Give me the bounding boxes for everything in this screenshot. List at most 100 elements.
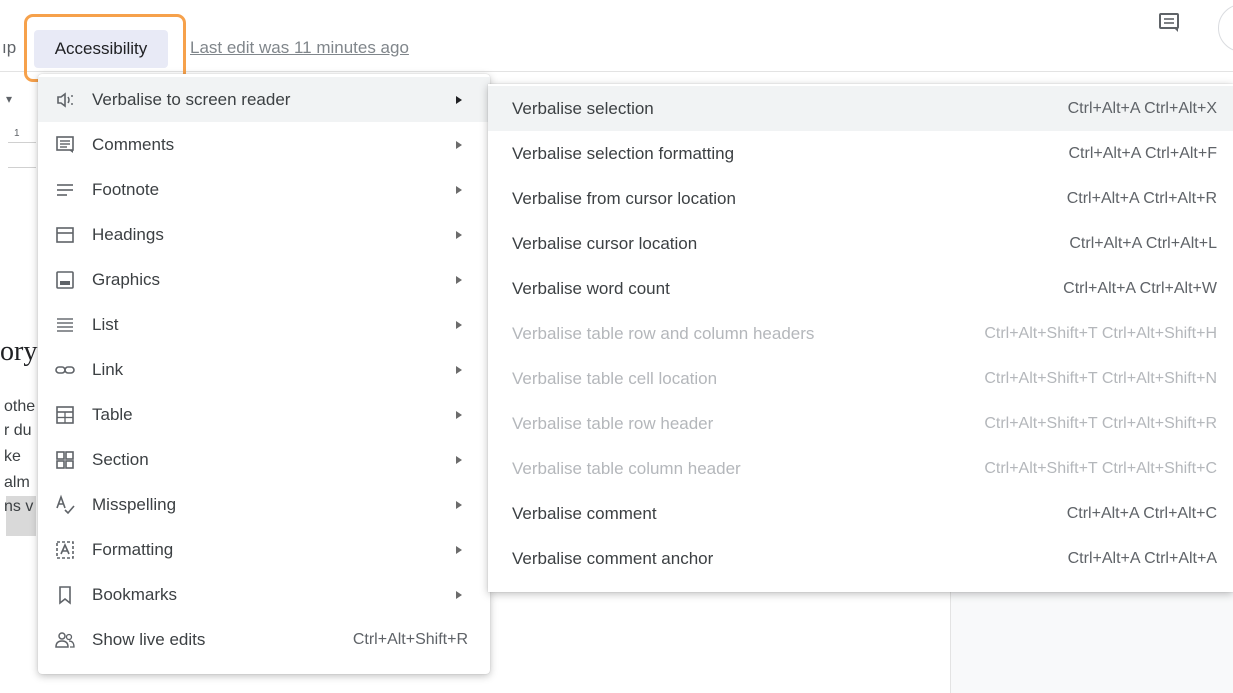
submenu-item-label: Verbalise comment anchor (512, 549, 714, 568)
submenu-item-verbalise-from-cursor[interactable]: Verbalise from cursor location Ctrl+Alt+… (488, 176, 1233, 221)
side-panel (950, 590, 1233, 693)
format-icon (54, 539, 76, 561)
document-text-fragment: r du (4, 422, 32, 439)
accessibility-dropdown: Verbalise to screen reader Comments Foot… (38, 74, 490, 674)
menu-item-label: Verbalise to screen reader (92, 90, 291, 109)
document-text-fragment: ns v (4, 498, 34, 515)
submenu-item-shortcut: Ctrl+Alt+Shift+T Ctrl+Alt+Shift+C (984, 460, 1217, 477)
image-icon (54, 269, 76, 291)
ruler (8, 142, 36, 168)
submenu-arrow-icon (456, 501, 462, 509)
submenu-item-verbalise-cursor-location[interactable]: Verbalise cursor location Ctrl+Alt+A Ctr… (488, 221, 1233, 266)
submenu-arrow-icon (456, 321, 462, 329)
speaker-icon (54, 89, 76, 111)
submenu-arrow-icon (456, 591, 462, 599)
submenu-item-verbalise-table-cell-location: Verbalise table cell location Ctrl+Alt+S… (488, 356, 1233, 401)
menu-item-bookmarks[interactable]: Bookmarks (38, 572, 490, 617)
menu-accessibility[interactable]: Accessibility (34, 30, 168, 68)
submenu-item-shortcut: Ctrl+Alt+A Ctrl+Alt+F (1068, 145, 1218, 162)
menu-item-table[interactable]: Table (38, 392, 490, 437)
bookmark-icon (54, 584, 76, 606)
menu-item-list[interactable]: List (38, 302, 490, 347)
link-icon (54, 359, 76, 381)
submenu-item-shortcut: Ctrl+Alt+A Ctrl+Alt+X (1067, 100, 1217, 117)
menu-item-label: Footnote (92, 180, 160, 199)
submenu-arrow-icon (456, 141, 462, 149)
submenu-arrow-icon (456, 366, 462, 374)
table-icon (54, 404, 76, 426)
menu-item-label: List (92, 315, 119, 334)
submenu-item-label: Verbalise word count (512, 279, 670, 298)
menu-item-label: Show live edits (92, 630, 206, 649)
menu-item-label: Bookmarks (92, 585, 178, 604)
submenu-item-verbalise-table-column-header: Verbalise table column header Ctrl+Alt+S… (488, 446, 1233, 491)
submenu-item-shortcut: Ctrl+Alt+A Ctrl+Alt+A (1067, 550, 1217, 567)
submenu-arrow-icon (456, 411, 462, 419)
submenu-item-label: Verbalise comment (512, 504, 657, 523)
menu-item-label: Table (92, 405, 133, 424)
menu-item-label: Formatting (92, 540, 174, 559)
menu-item-label: Section (92, 450, 149, 469)
ruler-dropdown-arrow[interactable]: ▾ (6, 92, 12, 106)
list-icon (54, 314, 76, 336)
submenu-item-verbalise-comment[interactable]: Verbalise comment Ctrl+Alt+A Ctrl+Alt+C (488, 491, 1233, 536)
people-icon (54, 629, 76, 651)
submenu-item-label: Verbalise selection formatting (512, 144, 735, 163)
comment-history-icon[interactable] (1158, 12, 1180, 34)
submenu-item-label: Verbalise table cell location (512, 369, 718, 388)
submenu-item-label: Verbalise table column header (512, 459, 741, 478)
submenu-item-verbalise-selection[interactable]: Verbalise selection Ctrl+Alt+A Ctrl+Alt+… (488, 86, 1233, 131)
submenu-item-shortcut: Ctrl+Alt+A Ctrl+Alt+R (1066, 190, 1217, 207)
avatar[interactable] (1218, 4, 1233, 52)
submenu-item-shortcut: Ctrl+Alt+A Ctrl+Alt+C (1066, 505, 1217, 522)
menu-item-graphics[interactable]: Graphics (38, 257, 490, 302)
spellcheck-icon (54, 494, 76, 516)
menu-item-headings[interactable]: Headings (38, 212, 490, 257)
menu-item-label: Comments (92, 135, 175, 154)
ruler-number: 1 (14, 128, 20, 139)
verbalise-submenu: Verbalise selection Ctrl+Alt+A Ctrl+Alt+… (488, 84, 1233, 592)
menu-item-link[interactable]: Link (38, 347, 490, 392)
section-icon (54, 449, 76, 471)
submenu-item-label: Verbalise selection (512, 99, 654, 118)
menu-item-misspelling[interactable]: Misspelling (38, 482, 490, 527)
submenu-item-verbalise-selection-formatting[interactable]: Verbalise selection formatting Ctrl+Alt+… (488, 131, 1233, 176)
submenu-arrow-icon (456, 546, 462, 554)
menu-item-label: Headings (92, 225, 164, 244)
menu-item-label: Misspelling (92, 495, 177, 514)
menu-item-shortcut: Ctrl+Alt+Shift+R (352, 631, 468, 648)
headings-icon (54, 224, 76, 246)
menu-item-label: Graphics (92, 270, 161, 289)
submenu-item-verbalise-word-count[interactable]: Verbalise word count Ctrl+Alt+A Ctrl+Alt… (488, 266, 1233, 311)
submenu-arrow-icon (456, 456, 462, 464)
menu-item-footnote[interactable]: Footnote (38, 167, 490, 212)
submenu-item-verbalise-table-headers: Verbalise table row and column headers C… (488, 311, 1233, 356)
last-edit-link[interactable]: Last edit was 11 minutes ago (190, 38, 409, 58)
submenu-item-label: Verbalise table row and column headers (512, 324, 815, 343)
submenu-arrow-icon (456, 231, 462, 239)
menu-item-formatting[interactable]: Formatting (38, 527, 490, 572)
document-text-fragment: ke (4, 448, 21, 465)
menubar: ıp Accessibility Last edit was 11 minute… (0, 0, 1233, 82)
submenu-item-shortcut: Ctrl+Alt+A Ctrl+Alt+W (1063, 280, 1217, 297)
menu-item-comments[interactable]: Comments (38, 122, 490, 167)
submenu-item-verbalise-comment-anchor[interactable]: Verbalise comment anchor Ctrl+Alt+A Ctrl… (488, 536, 1233, 581)
menu-item-show-live-edits[interactable]: Show live edits Ctrl+Alt+Shift+R (38, 617, 490, 662)
submenu-arrow-icon (456, 186, 462, 194)
submenu-arrow-icon (456, 96, 462, 104)
submenu-item-shortcut: Ctrl+Alt+Shift+T Ctrl+Alt+Shift+N (984, 370, 1217, 387)
submenu-item-shortcut: Ctrl+Alt+Shift+T Ctrl+Alt+Shift+R (984, 415, 1217, 432)
submenu-item-shortcut: Ctrl+Alt+A Ctrl+Alt+L (1069, 235, 1217, 252)
submenu-item-verbalise-table-row-header: Verbalise table row header Ctrl+Alt+Shif… (488, 401, 1233, 446)
menu-partial-item[interactable]: ıp (2, 38, 16, 58)
menu-item-verbalise-to-screen-reader[interactable]: Verbalise to screen reader (38, 77, 490, 122)
document-text-fragment: othe (4, 398, 36, 415)
submenu-item-shortcut: Ctrl+Alt+Shift+T Ctrl+Alt+Shift+H (984, 325, 1217, 342)
menu-item-label: Link (92, 360, 124, 379)
submenu-item-label: Verbalise table row header (512, 414, 714, 433)
menu-item-section[interactable]: Section (38, 437, 490, 482)
document-heading-fragment: ory (0, 336, 38, 367)
submenu-item-label: Verbalise from cursor location (512, 189, 736, 208)
comment-icon (54, 134, 76, 156)
submenu-arrow-icon (456, 276, 462, 284)
